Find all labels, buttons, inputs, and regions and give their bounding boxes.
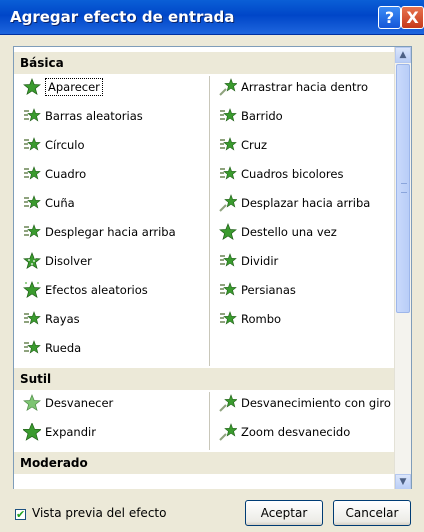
star-expand-icon (22, 422, 42, 441)
close-button[interactable]: X (401, 6, 424, 29)
effect-label: Cuadro (45, 167, 87, 181)
effect-label: Desvanecer (45, 396, 114, 410)
effect-item[interactable]: Zoom desvanecido (219, 421, 350, 443)
column-divider (209, 76, 210, 366)
effect-item[interactable]: Aparecer (23, 76, 103, 98)
star-green-icon (219, 223, 237, 241)
star-bars-icon (23, 339, 41, 357)
effect-item[interactable]: Efectos aleatorios (23, 279, 148, 301)
scroll-up-button[interactable]: ▲ (395, 47, 411, 63)
effect-label: Rueda (45, 341, 82, 355)
effect-label: Zoom desvanecido (241, 425, 351, 439)
help-button[interactable]: ? (378, 6, 401, 29)
effect-item[interactable]: Círculo (23, 134, 85, 156)
effect-label: Desplazar hacia arriba (241, 196, 371, 210)
effect-label: Disolver (45, 254, 92, 268)
star-bars-icon (23, 223, 41, 241)
effect-item[interactable]: Destello una vez (219, 221, 337, 243)
effect-item[interactable]: Desplazar hacia arriba (219, 192, 370, 214)
star-bars-icon (23, 310, 41, 328)
effect-label: Aparecer (45, 78, 103, 96)
effect-item[interactable]: Rombo (219, 308, 281, 330)
window-title: Agregar efecto de entrada (10, 8, 235, 26)
section-header: Moderado (14, 452, 404, 474)
star-bars-icon (219, 165, 237, 183)
effect-item[interactable]: Rayas (23, 308, 80, 330)
star-fly-icon (219, 394, 238, 412)
effect-item[interactable]: Persianas (219, 279, 296, 301)
effect-item[interactable]: Rueda (23, 337, 81, 359)
effects-list: Básica Aparecer Barras aleatorias Círculo Cu… (13, 46, 412, 491)
scroll-thumb[interactable] (396, 64, 410, 313)
star-fly-icon (219, 423, 238, 441)
ok-button[interactable]: Aceptar (245, 500, 323, 526)
star-dots-icon (23, 252, 41, 270)
effect-item[interactable]: Disolver (23, 250, 92, 272)
section-header: Sutil (14, 368, 404, 390)
star-bars-icon (23, 194, 41, 212)
effect-label: Cuadros bicolores (241, 167, 344, 181)
effect-label: Círculo (45, 138, 85, 152)
star-bars-icon (23, 136, 41, 154)
star-bars-icon (219, 310, 237, 328)
add-entrance-effect-dialog: Agregar efecto de entrada ? X Básica Apar… (0, 0, 424, 532)
column-divider (209, 392, 210, 450)
effect-label: Destello una vez (241, 225, 337, 239)
dialog-footer: ✔ Vista previa del efecto Aceptar Cancel… (0, 489, 424, 532)
effect-item[interactable]: Desvanecer (23, 392, 113, 414)
effect-label: Desplegar hacia arriba (45, 225, 176, 239)
effect-label: Rombo (241, 312, 282, 326)
section-header: Básica (14, 52, 404, 74)
effect-label: Rayas (45, 312, 80, 326)
effect-item[interactable]: Cuadro (23, 163, 86, 185)
effect-item[interactable]: Cruz (219, 134, 267, 156)
vertical-scrollbar[interactable]: ▲ ▼ (394, 47, 411, 490)
effect-item[interactable]: Cuadros bicolores (219, 163, 343, 185)
preview-checkbox-label[interactable]: Vista previa del efecto (32, 506, 166, 520)
star-bars-icon (219, 252, 237, 270)
effect-label: Desvanecimiento con giro (241, 396, 391, 410)
effect-item[interactable]: Expandir (22, 421, 96, 443)
effect-label: Cuña (45, 196, 75, 210)
effect-label: Expandir (45, 425, 96, 439)
grip-icon (401, 183, 407, 193)
effect-item[interactable]: Barrido (219, 105, 283, 127)
effect-label: Barras aleatorias (45, 109, 143, 123)
effect-item[interactable]: Arrastrar hacia dentro (219, 76, 368, 98)
effect-item[interactable]: Cuña (23, 192, 75, 214)
star-bars-icon (219, 107, 237, 125)
effect-label: Persianas (241, 283, 296, 297)
effect-item[interactable]: Barras aleatorias (23, 105, 143, 127)
effect-label: Dividir (241, 254, 279, 268)
effect-item[interactable]: Desplegar hacia arriba (23, 221, 176, 243)
star-green-icon (23, 78, 41, 96)
star-fade-icon (23, 394, 41, 412)
scroll-down-button[interactable]: ▼ (395, 474, 411, 490)
star-bars-icon (23, 107, 41, 125)
star-fly-icon (219, 194, 238, 212)
preview-checkbox[interactable]: ✔ (15, 509, 26, 520)
effect-label: Efectos aleatorios (45, 283, 148, 297)
star-bars-icon (23, 165, 41, 183)
effect-label: Arrastrar hacia dentro (241, 80, 369, 94)
star-fly-icon (219, 78, 238, 96)
star-bars-icon (219, 136, 237, 154)
star-bars-icon (219, 281, 237, 299)
effect-label: Cruz (241, 138, 268, 152)
effect-item[interactable]: Desvanecimiento con giro (219, 392, 391, 414)
effect-item[interactable]: Dividir (219, 250, 278, 272)
cancel-button[interactable]: Cancelar (333, 500, 411, 526)
title-bar[interactable]: Agregar efecto de entrada ? X (0, 0, 424, 35)
effect-label: Barrido (241, 109, 283, 123)
star-sparkle-icon (23, 281, 41, 299)
